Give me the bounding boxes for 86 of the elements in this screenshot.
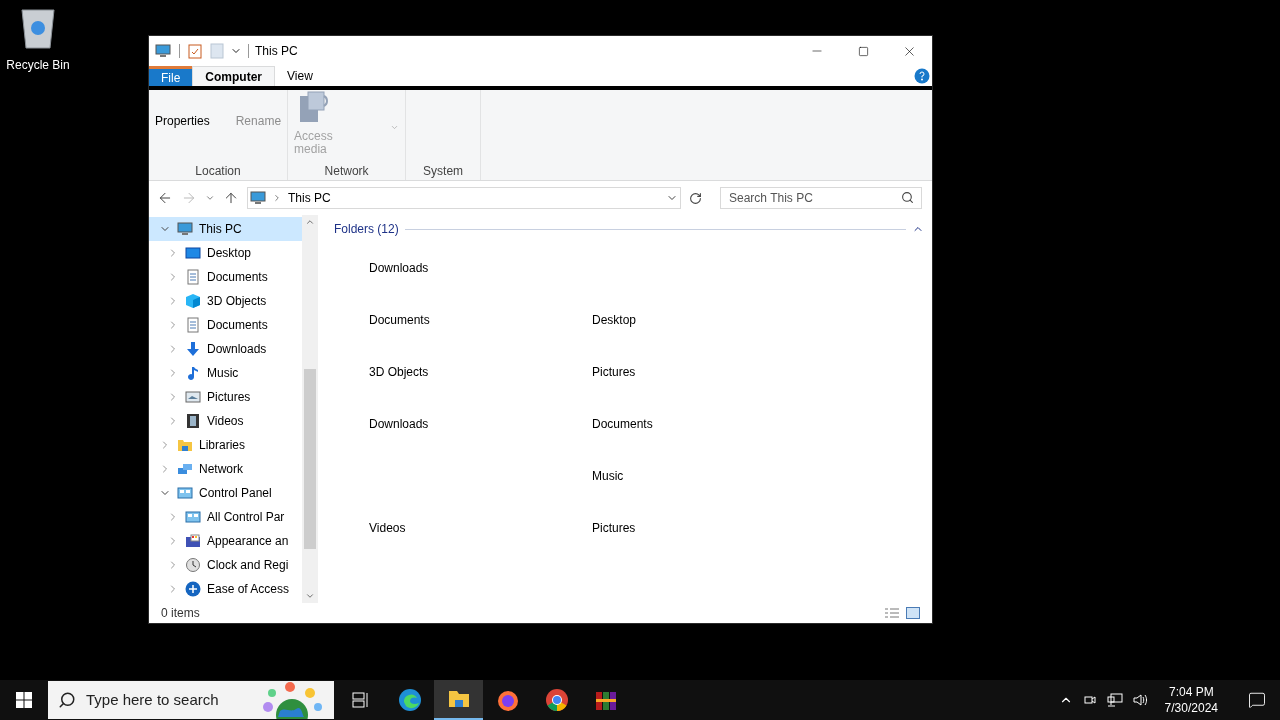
windows-logo-icon (16, 692, 32, 708)
ribbon-group-label: System (422, 163, 465, 180)
scroll-up-icon[interactable] (305, 217, 315, 227)
tree-item[interactable]: 3D Objects (149, 289, 302, 313)
tree-item[interactable]: Music (149, 361, 302, 385)
ribbon-group-label: Network (323, 163, 370, 180)
tree-item[interactable]: Libraries (149, 433, 302, 457)
clock-icon (185, 557, 201, 573)
film-icon (185, 413, 201, 429)
camera-icon[interactable] (1082, 693, 1097, 707)
desktop-icon (185, 245, 201, 261)
document-icon (185, 317, 201, 333)
tree-item[interactable]: Documents (149, 313, 302, 337)
network-monitor-icon[interactable] (1106, 693, 1123, 707)
checklist-icon[interactable] (188, 43, 202, 59)
address-bar[interactable]: This PC (247, 187, 681, 209)
control-panel-icon (177, 485, 193, 501)
tree-item[interactable]: Documents (149, 265, 302, 289)
control-panel-icon (185, 509, 201, 525)
ribbon-tab[interactable]: File (149, 66, 193, 86)
folder-name[interactable]: Desktop (592, 313, 637, 327)
ribbon-tab[interactable]: Computer (192, 66, 275, 86)
tree-item[interactable]: Pictures (149, 385, 302, 409)
browser-icon (397, 688, 422, 712)
window-title: This PC (255, 43, 298, 60)
folder-name[interactable]: Pictures (592, 521, 636, 535)
tree-item[interactable]: All Control Par (149, 505, 302, 529)
maximize-icon (857, 45, 869, 57)
download-icon (185, 341, 201, 357)
volume-icon[interactable] (1132, 693, 1149, 707)
tree-item[interactable]: Appearance an (149, 529, 302, 553)
tree-item[interactable]: Control Panel (149, 481, 302, 505)
refresh-icon[interactable] (689, 191, 702, 205)
tree-item[interactable]: Network (149, 457, 302, 481)
accessibility-icon (185, 581, 201, 597)
computer-icon (155, 43, 171, 59)
ribbon-command[interactable]: Properties (155, 112, 210, 156)
clock[interactable]: 7:04 PM 7/30/2024 (1158, 684, 1224, 716)
notifications-icon[interactable] (1248, 691, 1266, 709)
folder-name[interactable]: Pictures (592, 365, 636, 379)
network-icon (177, 461, 193, 477)
folder-name[interactable]: Downloads (369, 417, 429, 431)
ribbon-tab[interactable]: View (275, 66, 325, 86)
taskbar-app[interactable] (434, 680, 483, 720)
palette-icon (185, 533, 201, 549)
cube-icon (185, 293, 201, 309)
folder-name[interactable]: 3D Objects (369, 365, 429, 379)
recycle-bin-icon (18, 6, 58, 50)
browser-icon (544, 688, 569, 712)
music-note-icon (185, 365, 201, 381)
computer-icon (250, 190, 266, 206)
search-field[interactable]: Search This PC (720, 187, 922, 209)
pictures-icon (185, 389, 201, 405)
forward-arrow-icon[interactable] (181, 190, 197, 206)
help-icon[interactable] (914, 68, 930, 84)
folder-name[interactable]: Videos (369, 521, 406, 535)
search-icon (58, 691, 76, 709)
tree-item[interactable]: Downloads (149, 337, 302, 361)
details-view-icon[interactable] (884, 607, 900, 619)
tree-item[interactable]: Videos (149, 409, 302, 433)
document-icon (185, 269, 201, 285)
section-header[interactable]: Folders (12) (334, 220, 399, 238)
scrollbar-thumb[interactable] (304, 369, 316, 549)
scrollbar[interactable] (302, 215, 318, 603)
folder-name[interactable]: Music (592, 469, 624, 483)
scroll-down-icon[interactable] (305, 591, 315, 601)
breadcrumb-separator-icon (272, 193, 282, 203)
folder-icon (177, 437, 193, 453)
ribbon-group-label: Location (194, 163, 242, 180)
folder-name[interactable]: Documents (592, 417, 653, 431)
folder-name[interactable]: Downloads (369, 261, 429, 275)
tree-item[interactable]: Ease of Access (149, 577, 302, 601)
computer-icon (177, 221, 193, 237)
tree-item[interactable]: This PC (149, 217, 302, 241)
large-icons-view-icon[interactable] (906, 607, 920, 619)
media-server-icon (298, 90, 331, 124)
search-icon[interactable] (901, 191, 914, 204)
taskbar-search-box[interactable]: Type here to search (48, 681, 334, 719)
recent-locations-icon[interactable] (205, 193, 215, 203)
task-view-icon (351, 691, 370, 709)
taskbar-search-field[interactable]: Type here to search (86, 688, 244, 712)
tree-item[interactable]: Desktop (149, 241, 302, 265)
item-count: 0 items (161, 605, 200, 622)
desktop-shortcut[interactable]: Recycle Bin (2, 6, 74, 74)
tree-item[interactable]: Clock and Regi (149, 553, 302, 577)
folder-name[interactable]: Documents (369, 313, 430, 327)
